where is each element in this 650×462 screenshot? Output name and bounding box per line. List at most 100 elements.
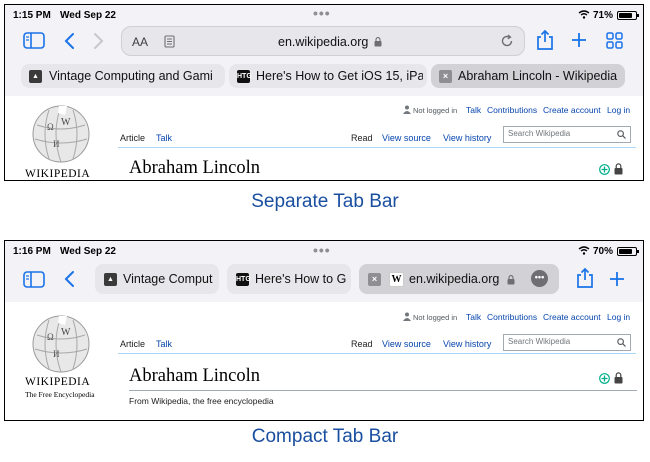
protected-lock-icon <box>614 163 623 175</box>
tab-label: en.wikipedia.org <box>409 272 500 286</box>
wifi-icon <box>578 10 590 19</box>
tab-view-source[interactable]: View source <box>382 339 431 349</box>
log-in-link[interactable]: Log in <box>607 312 630 322</box>
svg-text:W: W <box>61 327 71 338</box>
new-tab-icon[interactable] <box>609 271 625 287</box>
status-date: Wed Sep 22 <box>60 10 116 21</box>
more-options-icon[interactable]: ••• <box>531 270 548 287</box>
tab-how-to-geek[interactable]: HTG Here's How to Get iOS 15, iPa <box>229 64 427 88</box>
status-time: 1:16 PM <box>13 246 51 257</box>
multitasking-dots-icon[interactable]: ••• <box>313 242 331 258</box>
tab-vintage-computing[interactable]: ▲ Vintage Comput <box>95 264 219 294</box>
battery-icon <box>617 247 639 256</box>
article-title: Abraham Lincoln <box>129 158 260 178</box>
wikipedia-page: Ω W И Wikipedia The Free Encyclopedia No… <box>5 302 643 420</box>
share-icon[interactable] <box>576 267 594 289</box>
new-tab-icon[interactable] <box>571 32 587 48</box>
url-text[interactable]: en.wikipedia.org <box>278 35 368 49</box>
article-subtitle: From Wikipedia, the free encyclopedia <box>129 396 274 406</box>
multitasking-dots-icon[interactable]: ••• <box>313 5 331 21</box>
talk-link[interactable]: Talk <box>466 312 481 322</box>
lock-icon <box>374 37 382 47</box>
battery-percent: 70% <box>593 246 614 257</box>
svg-text:Ω: Ω <box>47 122 54 132</box>
tab-wikipedia-active[interactable]: × W en.wikipedia.org ••• <box>359 264 559 294</box>
title-underline <box>129 390 637 391</box>
good-article-icon <box>599 164 610 175</box>
tab-view-history[interactable]: View history <box>443 339 491 349</box>
status-time: 1:15 PM <box>13 10 51 21</box>
back-icon[interactable] <box>63 270 75 288</box>
wikipedia-wordmark: Wikipedia <box>25 376 91 388</box>
tab-read[interactable]: Read <box>351 339 373 349</box>
tab-label: Vintage Computing and Gami <box>49 69 213 83</box>
search-placeholder: Search Wikipedia <box>508 129 571 138</box>
search-icon[interactable] <box>617 338 626 347</box>
tab-label: Here's How to G <box>255 272 347 286</box>
good-article-icon <box>599 373 610 384</box>
htg-favicon-icon: HTG <box>237 70 252 83</box>
tab-label: Vintage Comput <box>123 272 213 286</box>
reload-icon[interactable] <box>500 34 514 48</box>
search-icon[interactable] <box>617 130 626 139</box>
user-icon <box>403 312 411 321</box>
tab-article[interactable]: Article <box>120 339 145 349</box>
separate-tab-bar-screenshot: 1:15 PM Wed Sep 22 ••• 71% AA en.wikiped… <box>4 4 644 181</box>
tab-overview-icon[interactable] <box>606 32 623 49</box>
back-icon[interactable] <box>63 32 75 50</box>
battery-percent: 71% <box>593 10 614 21</box>
text-size-button[interactable]: AA <box>132 35 148 49</box>
address-bar[interactable]: AA en.wikipedia.org <box>121 26 525 56</box>
close-tab-icon[interactable]: × <box>439 70 452 83</box>
tab-label: Here's How to Get iOS 15, iPa <box>256 69 423 83</box>
caption-separate-tab-bar: Separate Tab Bar <box>251 191 399 212</box>
search-placeholder: Search Wikipedia <box>508 337 571 346</box>
wikipedia-search-input[interactable]: Search Wikipedia <box>503 334 631 351</box>
share-icon[interactable] <box>536 29 554 51</box>
tab-article[interactable]: Article <box>120 133 145 143</box>
wikipedia-globe-logo: Ω W И <box>32 315 90 373</box>
tab-abraham-lincoln[interactable]: × Abraham Lincoln - Wikipedia <box>431 64 625 88</box>
vintage-computing-favicon-icon: ▲ <box>104 273 117 286</box>
create-account-link[interactable]: Create account <box>543 312 601 322</box>
reader-icon[interactable] <box>164 35 175 48</box>
create-account-link[interactable]: Create account <box>543 105 601 115</box>
tab-talk[interactable]: Talk <box>156 133 172 143</box>
tab-view-history[interactable]: View history <box>443 133 491 143</box>
wikipedia-globe-logo: Ω W И <box>32 105 90 163</box>
status-date: Wed Sep 22 <box>60 246 116 257</box>
tab-vintage-computing[interactable]: ▲ Vintage Computing and Gami <box>21 64 225 88</box>
wikipedia-wordmark: Wikipedia <box>25 168 91 180</box>
tab-bar-divider <box>118 147 636 148</box>
not-logged-in-text: Not logged in <box>413 313 458 322</box>
not-logged-in-text: Not logged in <box>413 106 458 115</box>
battery-icon <box>617 11 639 20</box>
tab-bar-divider <box>118 353 636 354</box>
tab-view-source[interactable]: View source <box>382 133 431 143</box>
article-title: Abraham Lincoln <box>129 366 260 386</box>
contributions-link[interactable]: Contributions <box>487 312 537 322</box>
svg-text:И: И <box>53 349 60 359</box>
tab-read[interactable]: Read <box>351 133 373 143</box>
close-tab-icon[interactable]: × <box>368 273 381 286</box>
sidebar-icon[interactable] <box>23 271 45 288</box>
tab-label: Abraham Lincoln - Wikipedia <box>458 69 618 83</box>
wifi-icon <box>578 246 590 255</box>
tab-talk[interactable]: Talk <box>156 339 172 349</box>
wikipedia-tagline: The Free Encyclopedia <box>25 390 95 399</box>
svg-text:И: И <box>53 139 60 149</box>
log-in-link[interactable]: Log in <box>607 105 630 115</box>
compact-tab-bar-screenshot: 1:16 PM Wed Sep 22 ••• 70% ▲ Vintage Com… <box>4 240 644 421</box>
tab-how-to-geek[interactable]: HTG Here's How to G <box>227 264 351 294</box>
wikipedia-search-input[interactable]: Search Wikipedia <box>503 126 631 143</box>
lock-icon <box>507 275 515 285</box>
user-icon <box>403 105 411 114</box>
contributions-link[interactable]: Contributions <box>487 105 537 115</box>
forward-icon[interactable] <box>93 32 105 50</box>
wikipedia-page: Ω W И Wikipedia Not logged in Talk Contr… <box>5 96 643 180</box>
wikipedia-w-icon: W <box>389 272 404 287</box>
svg-text:W: W <box>61 117 71 128</box>
vintage-computing-favicon-icon: ▲ <box>29 70 42 83</box>
sidebar-icon[interactable] <box>23 32 45 49</box>
talk-link[interactable]: Talk <box>466 105 481 115</box>
